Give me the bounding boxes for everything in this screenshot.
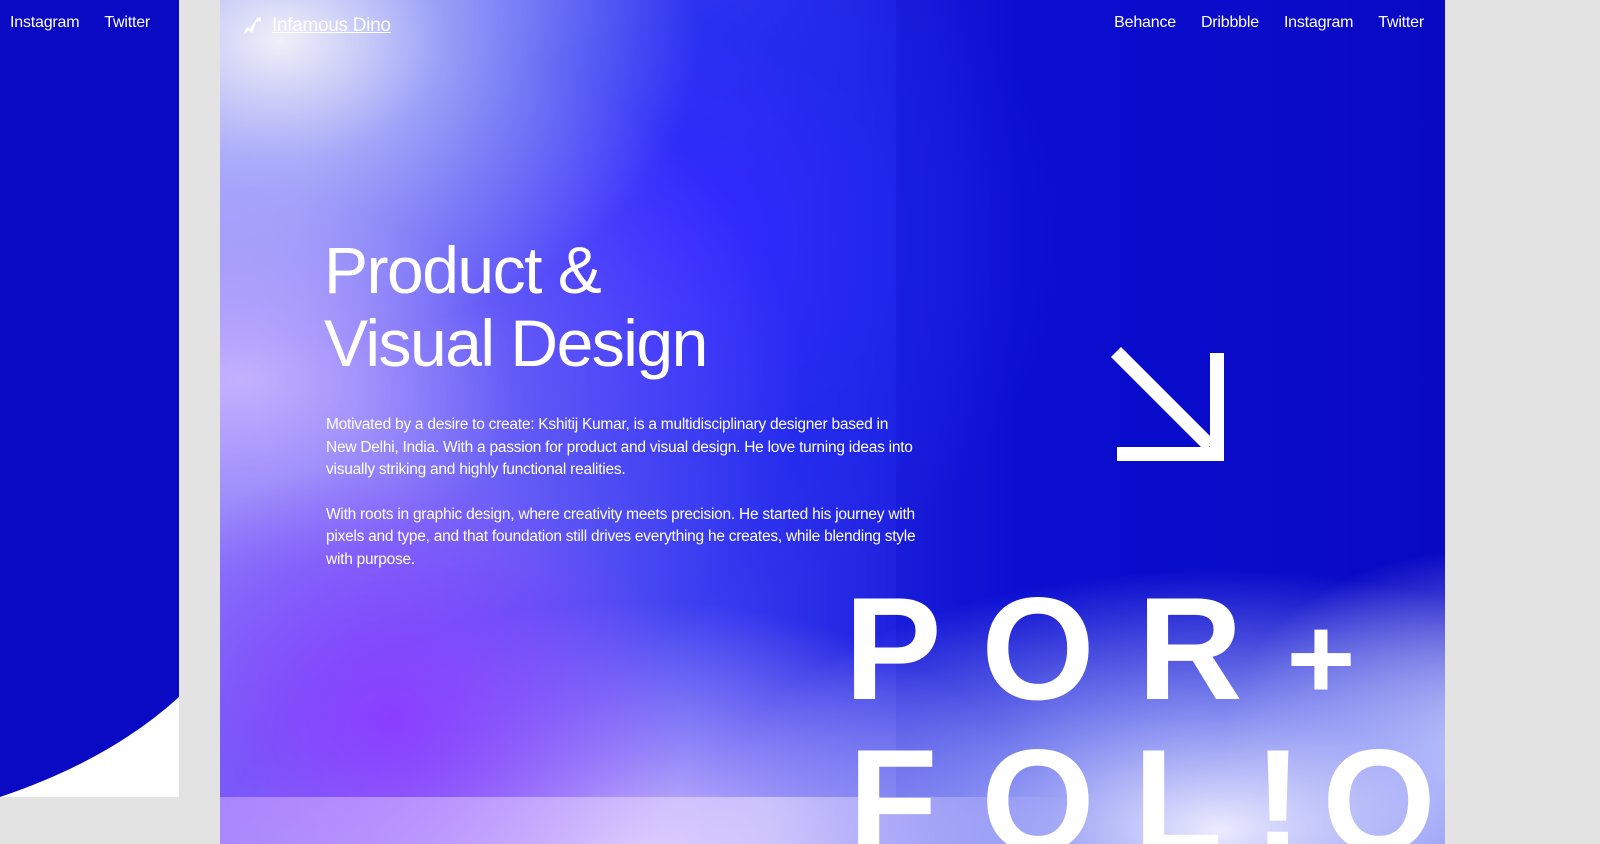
portfolio-word-row-2: F O L! O: [824, 728, 1444, 844]
portfolio-letter: O: [981, 567, 1095, 730]
hero-title-line-1: Product &: [324, 233, 602, 307]
hero-title: Product & Visual Design: [324, 233, 708, 380]
nav-instagram[interactable]: Instagram: [1284, 14, 1354, 32]
portfolio-letter: P: [844, 567, 942, 730]
dino-logo-icon: [243, 17, 261, 35]
portfolio-letter: F: [848, 719, 938, 844]
decorative-curve: [0, 697, 179, 797]
hero-title-line-2: Visual Design: [324, 306, 708, 380]
portfolio-letter: +: [1286, 593, 1356, 725]
portfolio-letter: L: [1133, 719, 1223, 844]
hero-card: Infamous Dino Behance Dribbble Instagram…: [220, 0, 1445, 844]
top-nav: Behance Dribbble Instagram Twitter: [1114, 14, 1424, 32]
left-preview-card: Instagram Twitter: [0, 0, 179, 797]
nav-twitter[interactable]: Twitter: [1378, 14, 1424, 32]
portfolio-word-row-1: P O R +: [824, 576, 1376, 722]
left-card-nav: Instagram Twitter: [10, 14, 150, 32]
portfolio-letter: O: [1322, 719, 1436, 844]
logo-text: Infamous Dino: [272, 15, 391, 36]
nav-behance[interactable]: Behance: [1114, 14, 1176, 32]
left-nav-twitter[interactable]: Twitter: [104, 14, 150, 32]
portfolio-letter: O: [981, 719, 1095, 844]
logo[interactable]: Infamous Dino: [240, 14, 391, 38]
bio-paragraph-1: Motivated by a desire to create: Kshitij…: [326, 416, 913, 478]
portfolio-letter: !: [1253, 719, 1303, 844]
portfolio-letter: R: [1137, 567, 1243, 730]
bio-paragraph-2: With roots in graphic design, where crea…: [326, 505, 916, 568]
hero-bio: Motivated by a desire to create: Kshitij…: [326, 414, 916, 593]
arrow-down-right-icon[interactable]: [1107, 345, 1227, 465]
left-nav-instagram[interactable]: Instagram: [10, 14, 80, 32]
nav-dribbble[interactable]: Dribbble: [1201, 14, 1259, 32]
